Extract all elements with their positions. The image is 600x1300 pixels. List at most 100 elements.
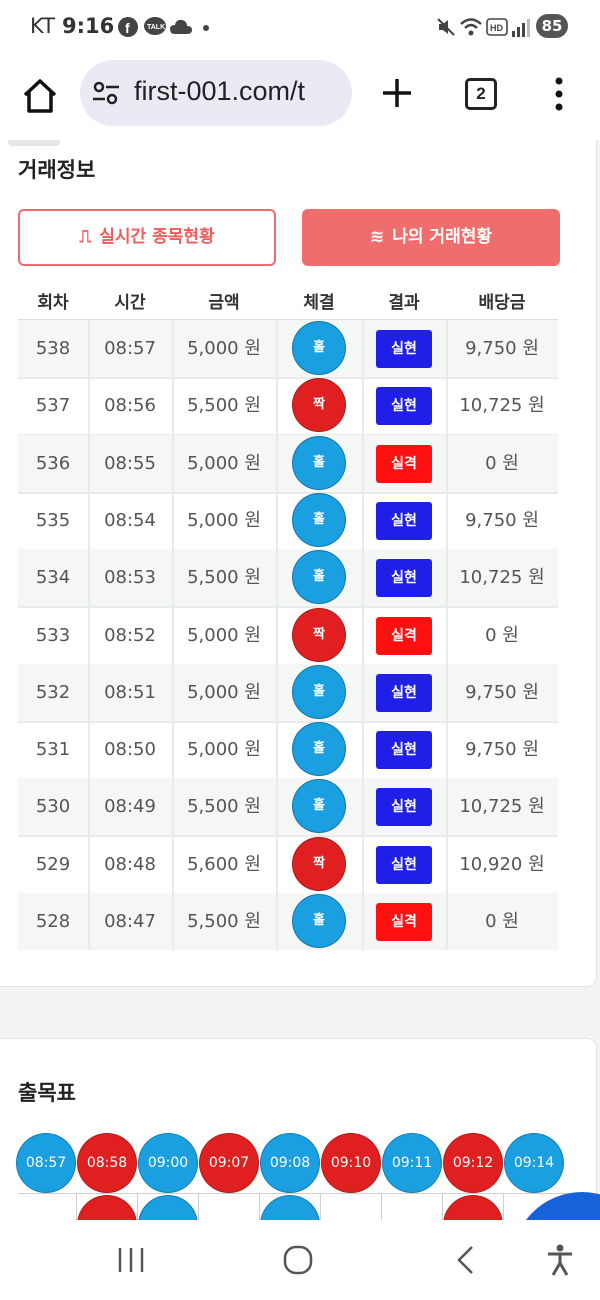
recents-icon[interactable] (116, 1244, 146, 1276)
carrier-label: KT (30, 14, 55, 38)
home-icon[interactable] (20, 76, 60, 116)
result-badge: 실격 (376, 903, 432, 941)
result-ball: 08:58 (77, 1133, 137, 1193)
cell-round: 538 (18, 320, 90, 377)
cell-round: 535 (18, 491, 90, 549)
cell-result: 실현 (362, 491, 448, 549)
result-badge: 실현 (376, 559, 432, 598)
accessibility-icon[interactable] (546, 1244, 574, 1276)
cell-amount: 5,000 원 (172, 663, 278, 721)
svg-text:TALK: TALK (147, 24, 165, 31)
cell-payout: 9,750 원 (465, 739, 539, 761)
trade-section-title: 거래정보 (18, 158, 96, 182)
grid-line (18, 1193, 568, 1194)
status-bar: KT 9:16 f TALK HD 85 (0, 0, 600, 56)
table-row: 535 08:54 5,000 원 홀 실현 9,750 원 (18, 491, 558, 551)
cell-payout: 10,725 원 (459, 567, 545, 589)
cell-amount: 5,500 원 (172, 549, 278, 607)
wifi-icon (460, 18, 482, 36)
my-trades-button[interactable]: ≋ 나의 거래현황 (302, 209, 560, 266)
col-type: 체결 (303, 293, 335, 313)
hd-icon: HD (486, 18, 508, 36)
grid-line (137, 1193, 138, 1220)
even-ball: 짝 (292, 378, 346, 433)
url-text: first-001.com/t (134, 76, 306, 106)
table-row: 534 08:53 5,500 원 홀 실현 10,725 원 (18, 549, 558, 609)
result-badge: 실현 (376, 673, 432, 712)
chart-card: 출목표 08:57 08:58 09:00 09:07 09:08 09:10 09:11 0… (0, 1038, 597, 1220)
cell-payout: 0 원 (485, 452, 519, 474)
col-round: 회차 (37, 293, 69, 313)
dot-icon (203, 25, 209, 31)
back-icon[interactable] (454, 1244, 478, 1276)
col-result: 결과 (388, 293, 420, 313)
result-badge: 실격 (376, 444, 432, 483)
menu-icon[interactable] (548, 76, 570, 112)
cell-type: 홀 (276, 893, 364, 950)
svg-text:HD: HD (490, 23, 503, 33)
cell-payout: 0 원 (485, 624, 519, 646)
signal-icon (512, 19, 530, 37)
col-payout: 배당금 (478, 293, 526, 313)
table-row: 529 08:48 5,600 원 짝 실현 10,920 원 (18, 835, 558, 895)
cell-payout: 10,725 원 (459, 796, 545, 818)
col-time: 시간 (114, 293, 146, 313)
cell-time: 08:47 (88, 893, 174, 950)
live-status-button[interactable]: ⎍ 실시간 종목현황 (18, 209, 276, 266)
cell-amount: 5,000 원 (172, 320, 278, 377)
cell-type: 홀 (276, 549, 364, 607)
cell-payout: 9,750 원 (465, 338, 539, 359)
cell-payout: 0 원 (485, 911, 519, 932)
result-grid: 08:57 08:58 09:00 09:07 09:08 09:10 09:11 09:12… (16, 1133, 578, 1220)
result-ball: 09:07 (199, 1133, 259, 1193)
result-badge: 실현 (376, 845, 432, 884)
cell-result: 실격 (362, 606, 448, 664)
home-circle-icon[interactable] (282, 1244, 314, 1276)
cell-time: 08:57 (88, 320, 174, 377)
pulse-icon: ⎍ (79, 227, 92, 247)
plus-icon[interactable] (380, 76, 414, 110)
trade-table-body[interactable]: 538 08:57 5,000 원 홀 실현 9,750 원 537 08:56 5,500 원… (18, 319, 558, 950)
cell-type: 홀 (276, 721, 364, 779)
status-time: 9:16 (62, 14, 115, 38)
cell-result: 실격 (362, 893, 448, 950)
grid-line (320, 1193, 321, 1220)
result-badge: 실현 (376, 387, 432, 426)
result-ball-second-row (443, 1195, 503, 1220)
cell-time: 08:53 (88, 549, 174, 607)
cell-type: 홀 (276, 663, 364, 721)
svg-text:f: f (125, 20, 130, 36)
table-row: 538 08:57 5,000 원 홀 실현 9,750 원 (18, 320, 558, 379)
cell-result: 실현 (362, 549, 448, 607)
grid-line (76, 1193, 77, 1220)
cell-result: 실현 (362, 721, 448, 779)
table-row: 533 08:52 5,000 원 짝 실격 0 원 (18, 606, 558, 666)
cell-result: 실현 (362, 377, 448, 435)
grid-line (198, 1193, 199, 1220)
cell-result: 실현 (362, 320, 448, 377)
table-row: 536 08:55 5,000 원 홀 실격 0 원 (18, 434, 558, 494)
cell-round: 530 (18, 778, 90, 836)
cell-amount: 5,000 원 (172, 434, 278, 492)
odd-ball: 홀 (292, 492, 346, 547)
page-content: 거래정보 ⎍ 실시간 종목현황 ≋ 나의 거래현황 회차 시간 금액 체결 결과 배… (0, 140, 600, 1220)
cell-time: 08:50 (88, 721, 174, 779)
grid-line (442, 1193, 443, 1220)
table-row: 532 08:51 5,000 원 홀 실현 9,750 원 (18, 663, 558, 723)
odd-ball: 홀 (292, 435, 346, 490)
address-bar[interactable]: first-001.com/t (80, 60, 352, 126)
result-ball-second-row (138, 1195, 198, 1220)
result-ball: 09:12 (443, 1133, 503, 1193)
cell-round: 537 (18, 377, 90, 435)
cell-round: 534 (18, 549, 90, 607)
odd-ball: 홀 (292, 722, 346, 777)
site-settings-icon[interactable] (92, 80, 120, 106)
table-header: 회차 시간 금액 체결 결과 배당금 (18, 288, 558, 318)
cell-time: 08:49 (88, 778, 174, 836)
result-badge: 실현 (376, 731, 432, 770)
tab-switcher-button[interactable]: 2 (465, 78, 497, 110)
odd-ball: 홀 (292, 894, 346, 948)
cell-round: 531 (18, 721, 90, 779)
cell-round: 528 (18, 893, 90, 950)
grid-line (259, 1193, 260, 1220)
